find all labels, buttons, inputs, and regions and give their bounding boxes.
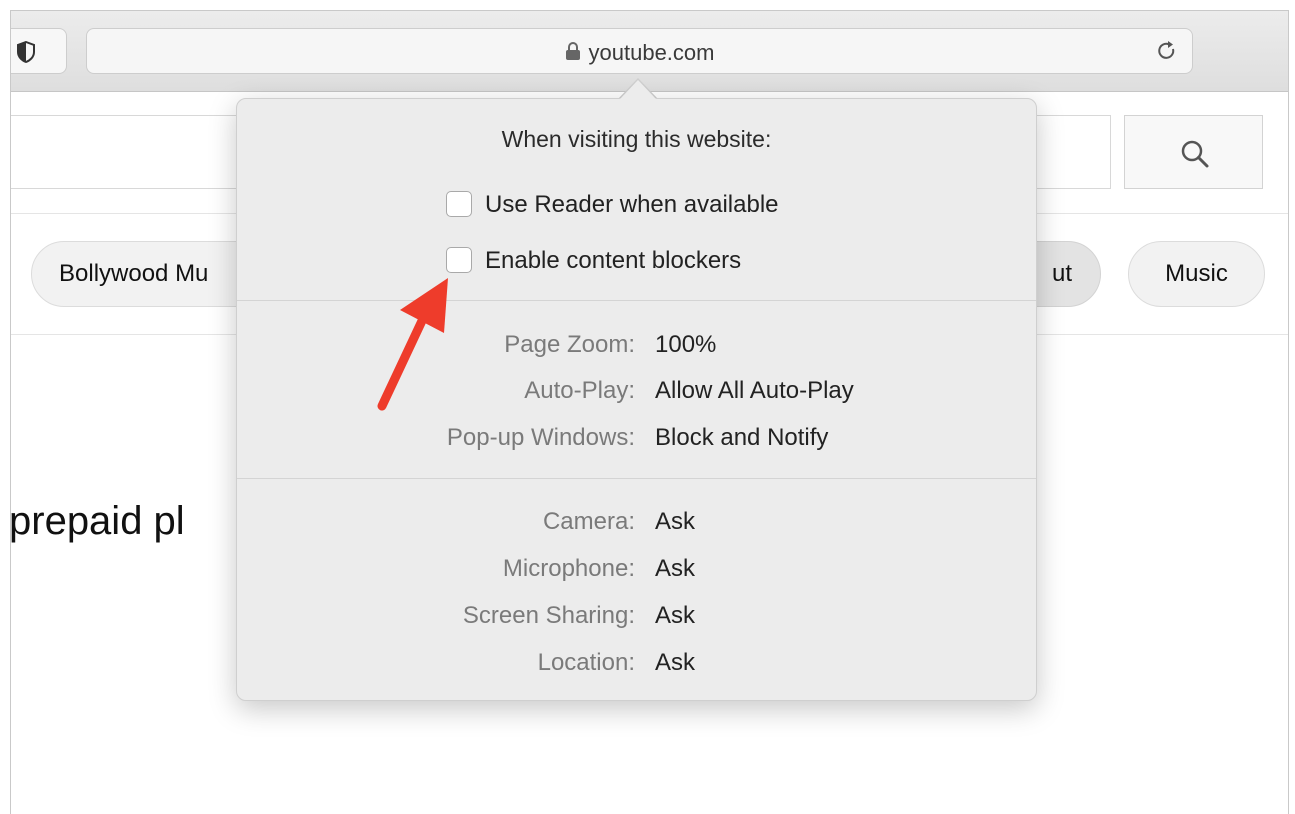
- annotation-arrow-icon: [377, 278, 448, 411]
